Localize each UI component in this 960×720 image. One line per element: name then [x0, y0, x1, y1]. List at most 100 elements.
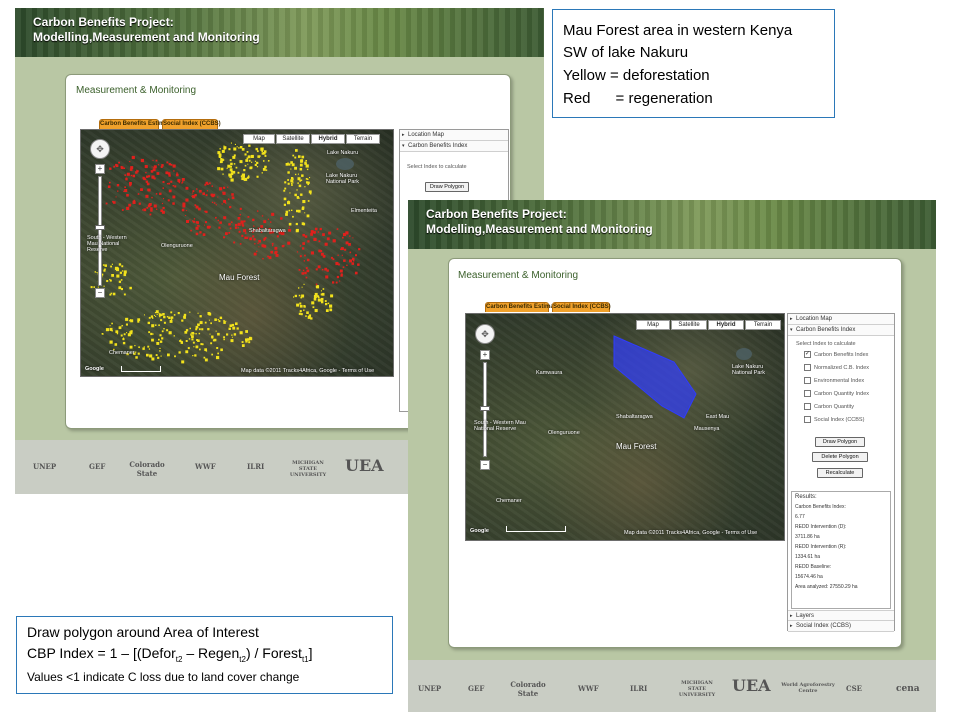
regeneration-marker — [146, 182, 150, 186]
front-zoom-thumb[interactable] — [480, 406, 490, 411]
back-select-index[interactable]: Select Index to calculate — [407, 164, 467, 170]
regeneration-marker — [275, 253, 279, 257]
regeneration-marker — [129, 161, 131, 163]
regeneration-marker — [342, 266, 345, 268]
back-map-type-hybrid[interactable]: Hybrid — [311, 134, 345, 144]
back-zoom-thumb[interactable] — [95, 225, 105, 230]
regeneration-marker — [157, 164, 160, 166]
regeneration-marker — [349, 235, 351, 237]
back-map-type-satellite[interactable]: Satellite — [276, 134, 310, 144]
deforestation-marker — [191, 335, 194, 338]
front-social-header[interactable]: ▸ Social Index (CCBS) — [788, 621, 894, 632]
back-tab-carbon-benefits-estimator[interactable]: Carbon Benefits Estimator — [99, 119, 176, 129]
front-logos-bar: UNEP GEF Colorado State WWF ILRI MICHIGA… — [408, 660, 936, 712]
regeneration-marker — [349, 251, 352, 254]
back-location-map-header[interactable]: ▸ Location Map — [400, 130, 508, 141]
regeneration-marker — [337, 254, 339, 256]
regeneration-marker — [126, 194, 129, 197]
index-label-social: Social Index (CCBS) — [814, 417, 865, 423]
regeneration-marker — [237, 217, 241, 220]
front-delete-polygon-button[interactable]: Delete Polygon — [812, 452, 868, 462]
front-banner: Carbon Benefits Project: Modelling,Measu… — [408, 200, 936, 249]
front-tab-social-index[interactable]: Social Index (CCBS) — [552, 302, 611, 312]
logo-cse: CSE — [846, 684, 862, 693]
deforestation-marker — [256, 150, 259, 153]
regeneration-marker — [253, 252, 257, 256]
deforestation-marker — [148, 348, 151, 350]
regeneration-marker — [192, 190, 195, 192]
regeneration-marker — [335, 281, 338, 284]
regeneration-marker — [115, 196, 117, 198]
back-map[interactable]: Map Satellite Hybrid Terrain ✥ + − Lake … — [80, 129, 394, 377]
back-map-type-terrain[interactable]: Terrain — [346, 134, 380, 144]
index-checkbox-carbon-quantity-index[interactable] — [804, 390, 811, 397]
front-location-map-header[interactable]: ▸ Location Map — [788, 314, 894, 325]
back-tab-social-index[interactable]: Social Index (CCBS) — [162, 119, 221, 129]
front-label-olenguruone: Olenguruone — [548, 430, 580, 436]
regeneration-marker — [168, 163, 171, 166]
deforestation-marker — [314, 309, 318, 313]
front-map-type-terrain[interactable]: Terrain — [745, 320, 781, 330]
regeneration-marker — [222, 191, 224, 193]
index-checkbox-carbon-benefits[interactable]: ✓ — [804, 351, 811, 358]
index-label-carbon-benefits: Carbon Benefits Index — [814, 352, 869, 358]
regeneration-marker — [152, 168, 156, 172]
back-zoom-out-button[interactable]: − — [95, 288, 105, 298]
deforestation-marker — [297, 177, 301, 181]
front-zoom-out-button[interactable]: − — [480, 460, 490, 470]
deforestation-marker — [287, 171, 290, 174]
front-draw-polygon-button[interactable]: Draw Polygon — [815, 437, 865, 447]
results-box: Results: Carbon Benefits Index: 6.77 RED… — [791, 491, 891, 609]
regeneration-marker — [229, 206, 232, 209]
regeneration-marker — [194, 194, 197, 197]
deforestation-marker — [241, 341, 244, 343]
front-select-index[interactable]: Select Index to calculate — [796, 341, 856, 347]
deforestation-marker — [245, 340, 248, 343]
front-map[interactable]: Map Satellite Hybrid Terrain ✥ + − Lake … — [465, 313, 785, 541]
deforestation-marker — [296, 209, 299, 213]
front-tab-carbon-benefits-estimator[interactable]: Carbon Benefits Estimator — [485, 302, 562, 312]
back-map-type-map[interactable]: Map — [243, 134, 275, 144]
deforestation-marker — [109, 278, 111, 281]
back-pan-control[interactable]: ✥ — [90, 139, 110, 159]
deforestation-marker — [233, 147, 237, 151]
back-cbi-header[interactable]: ▾ Carbon Benefits Index — [400, 141, 508, 152]
regeneration-marker — [287, 241, 291, 245]
front-cbi-header[interactable]: ▾ Carbon Benefits Index — [788, 325, 894, 336]
back-zoom-slider[interactable] — [98, 176, 102, 286]
deforestation-marker — [120, 288, 123, 291]
deforestation-marker — [109, 327, 113, 331]
deforestation-marker — [302, 223, 306, 226]
back-draw-polygon-button[interactable]: Draw Polygon — [425, 182, 469, 192]
deforestation-marker — [118, 326, 122, 330]
deforestation-marker — [217, 332, 220, 336]
regeneration-marker — [322, 233, 325, 236]
deforestation-marker — [295, 222, 298, 226]
index-checkbox-social[interactable] — [804, 416, 811, 423]
index-checkbox-environmental[interactable] — [804, 377, 811, 384]
deforestation-marker — [168, 316, 171, 319]
regeneration-marker — [146, 175, 149, 178]
front-layers-header[interactable]: ▸ Layers — [788, 610, 894, 621]
front-map-type-hybrid[interactable]: Hybrid — [708, 320, 744, 330]
deforestation-marker — [246, 151, 249, 153]
regeneration-marker — [355, 254, 357, 257]
deforestation-marker — [219, 316, 223, 319]
area-of-interest-polygon[interactable] — [613, 335, 697, 419]
regeneration-marker — [145, 194, 149, 198]
regeneration-marker — [240, 220, 244, 224]
regeneration-marker — [304, 235, 308, 238]
regeneration-marker — [243, 229, 247, 233]
front-map-type-satellite[interactable]: Satellite — [671, 320, 707, 330]
regeneration-marker — [151, 196, 153, 199]
callout-line-yellow: Yellow = deforestation — [563, 67, 710, 84]
back-zoom-in-button[interactable]: + — [95, 164, 105, 174]
front-zoom-in-button[interactable]: + — [480, 350, 490, 360]
index-checkbox-normalized[interactable] — [804, 364, 811, 371]
front-map-type-map[interactable]: Map — [636, 320, 670, 330]
result-cbi-value: 6.77 — [795, 514, 805, 520]
front-pan-control[interactable]: ✥ — [475, 324, 495, 344]
index-checkbox-carbon-quantity[interactable] — [804, 403, 811, 410]
regeneration-marker — [192, 192, 194, 194]
front-recalculate-button[interactable]: Recalculate — [817, 468, 863, 478]
